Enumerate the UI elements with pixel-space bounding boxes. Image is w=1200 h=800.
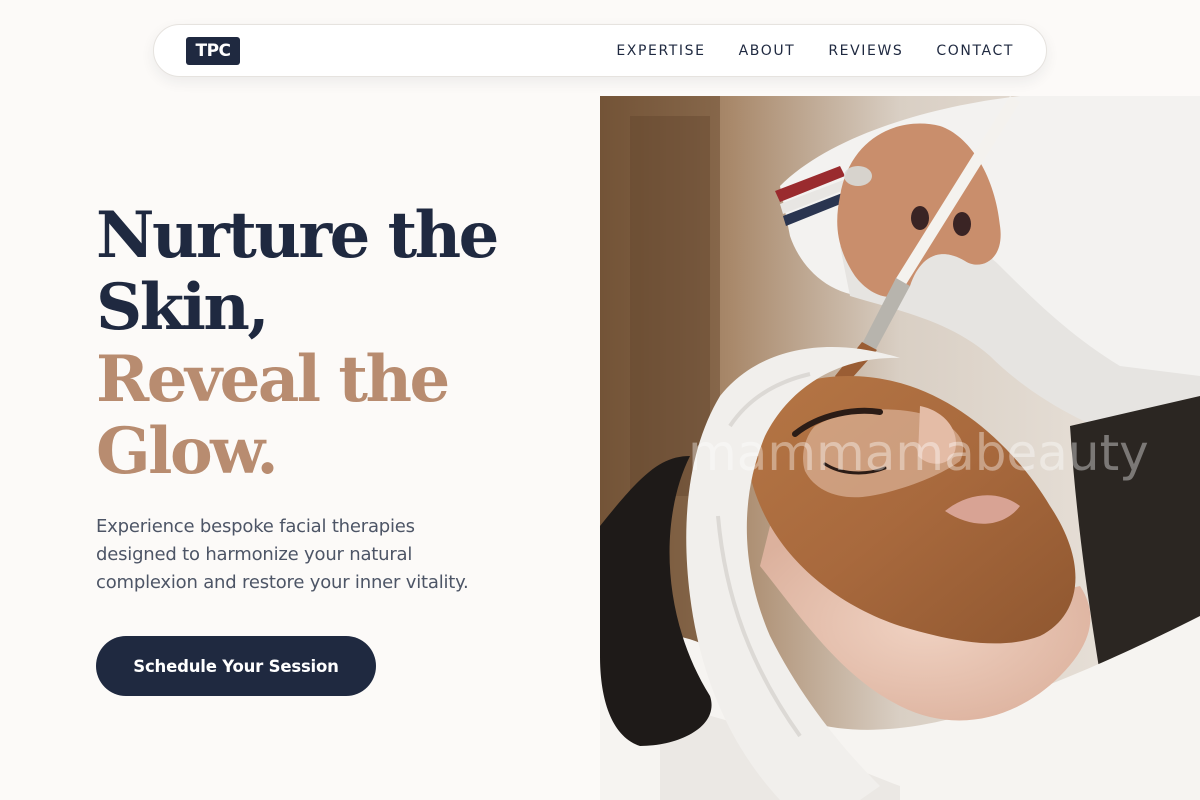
nav-link-reviews[interactable]: REVIEWS (828, 43, 903, 59)
hero-subtitle: Experience bespoke facial therapies desi… (96, 513, 516, 597)
brand-logo[interactable]: TPC (186, 36, 240, 65)
hero-title-line-1: Nurture the (96, 198, 499, 273)
hero-title-line-3: Reveal the (96, 342, 450, 417)
hero-image: mammamabeauty (600, 96, 1200, 800)
hero-subtitle-line-2: designed to harmonize your natural (96, 544, 413, 565)
hero-subtitle-line-3: complexion and restore your inner vitali… (96, 572, 469, 593)
hero-title-line-4: Glow. (96, 414, 279, 489)
facial-treatment-photo (600, 96, 1200, 800)
nav-links: EXPERTISE ABOUT REVIEWS CONTACT (616, 43, 1014, 59)
nav-link-about[interactable]: ABOUT (739, 43, 796, 59)
schedule-session-button[interactable]: Schedule Your Session (96, 636, 376, 696)
hero-title-line-2: Skin, (96, 270, 270, 345)
nav-link-contact[interactable]: CONTACT (936, 43, 1014, 59)
hero-subtitle-line-1: Experience bespoke facial therapies (96, 516, 415, 537)
hero-title: Nurture the Skin, Reveal the Glow. (96, 200, 576, 488)
top-navigation-bar: TPC EXPERTISE ABOUT REVIEWS CONTACT (153, 24, 1047, 77)
nav-link-expertise[interactable]: EXPERTISE (616, 43, 705, 59)
